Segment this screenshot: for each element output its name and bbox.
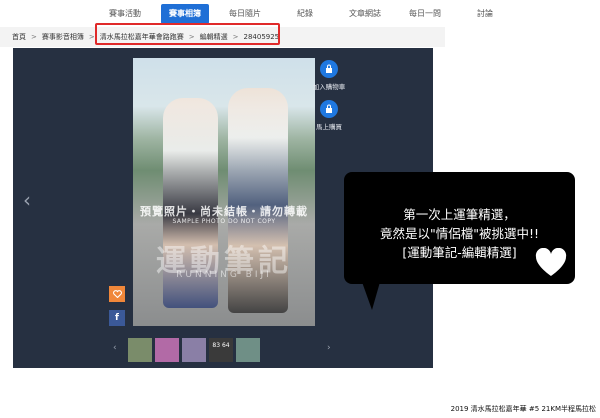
photo-caption: 2019 清水馬拉松嘉年華 #5 21KM半程馬拉松: [450, 405, 596, 413]
watermark-logo-en: RUNNING BIJI: [176, 270, 272, 280]
thumbnail-strip: 83 64: [128, 338, 260, 362]
bubble-line-1: 第一次上運筆精選，: [403, 207, 516, 222]
thumbnail[interactable]: [182, 338, 206, 362]
nav-item-articles[interactable]: 文章網誌: [335, 0, 395, 27]
thumbnail[interactable]: 83 64: [209, 338, 233, 362]
breadcrumb-home[interactable]: 首頁: [12, 32, 26, 42]
prev-photo-arrow[interactable]: ‹: [23, 188, 31, 212]
facebook-share-button[interactable]: f: [109, 310, 125, 326]
breadcrumb-highlight-box: [95, 23, 280, 45]
add-to-cart-button[interactable]: 加入購物車: [299, 60, 359, 91]
buy-now-label: 馬上購買: [316, 123, 342, 131]
bubble-line-2: 竟然是以"情侶檔"被挑選中!!: [379, 226, 540, 241]
nav-item-daily-question[interactable]: 每日一問: [395, 0, 455, 27]
nav-item-albums[interactable]: 賽事相簿: [161, 3, 209, 24]
thumbnail-label: [182, 338, 206, 342]
nav-item-discussion[interactable]: 討論: [455, 0, 515, 27]
buy-now-button[interactable]: 馬上購買: [299, 100, 359, 131]
thumbnail-next-arrow[interactable]: ›: [327, 343, 331, 353]
facebook-icon: f: [115, 313, 119, 323]
thumbnail[interactable]: [236, 338, 260, 362]
breadcrumb-album[interactable]: 賽事影音相簿: [42, 32, 84, 42]
speech-bubble: 第一次上運筆精選， 竟然是以"情侶檔"被挑選中!! [運動筆記-編輯精選]: [344, 172, 575, 284]
cart-icon: [320, 60, 338, 78]
watermark-text-en: SAMPLE PHOTO DO NOT COPY: [172, 218, 276, 225]
breadcrumb-separator: >: [31, 33, 37, 41]
thumbnail[interactable]: [128, 338, 152, 362]
thumbnail-label: [236, 338, 260, 342]
thumbnail-label: 83 64: [212, 342, 230, 349]
add-to-cart-label: 加入購物車: [312, 83, 346, 91]
thumbnail-label: [128, 338, 152, 342]
bag-icon: [320, 100, 338, 118]
like-button[interactable]: [109, 286, 125, 302]
thumbnail[interactable]: [155, 338, 179, 362]
nav-item-records[interactable]: 紀錄: [275, 0, 335, 27]
watermark-text: 預覽照片・尚未結帳・請勿轉載: [140, 205, 308, 218]
heart-icon: [535, 248, 567, 276]
thumbnail-prev-arrow[interactable]: ‹: [113, 343, 117, 353]
speech-bubble-tail: [362, 282, 380, 310]
preview-photo[interactable]: 預覽照片・尚未結帳・請勿轉載 SAMPLE PHOTO DO NOT COPY …: [133, 58, 315, 326]
breadcrumb-separator: >: [88, 33, 95, 41]
page: 賽事活動 賽事相簿 每日隨片 紀錄 文章網誌 每日一問 討論 首頁 > 賽事影音…: [0, 0, 600, 418]
heart-icon: [112, 290, 122, 298]
thumbnail-label: [155, 338, 179, 342]
